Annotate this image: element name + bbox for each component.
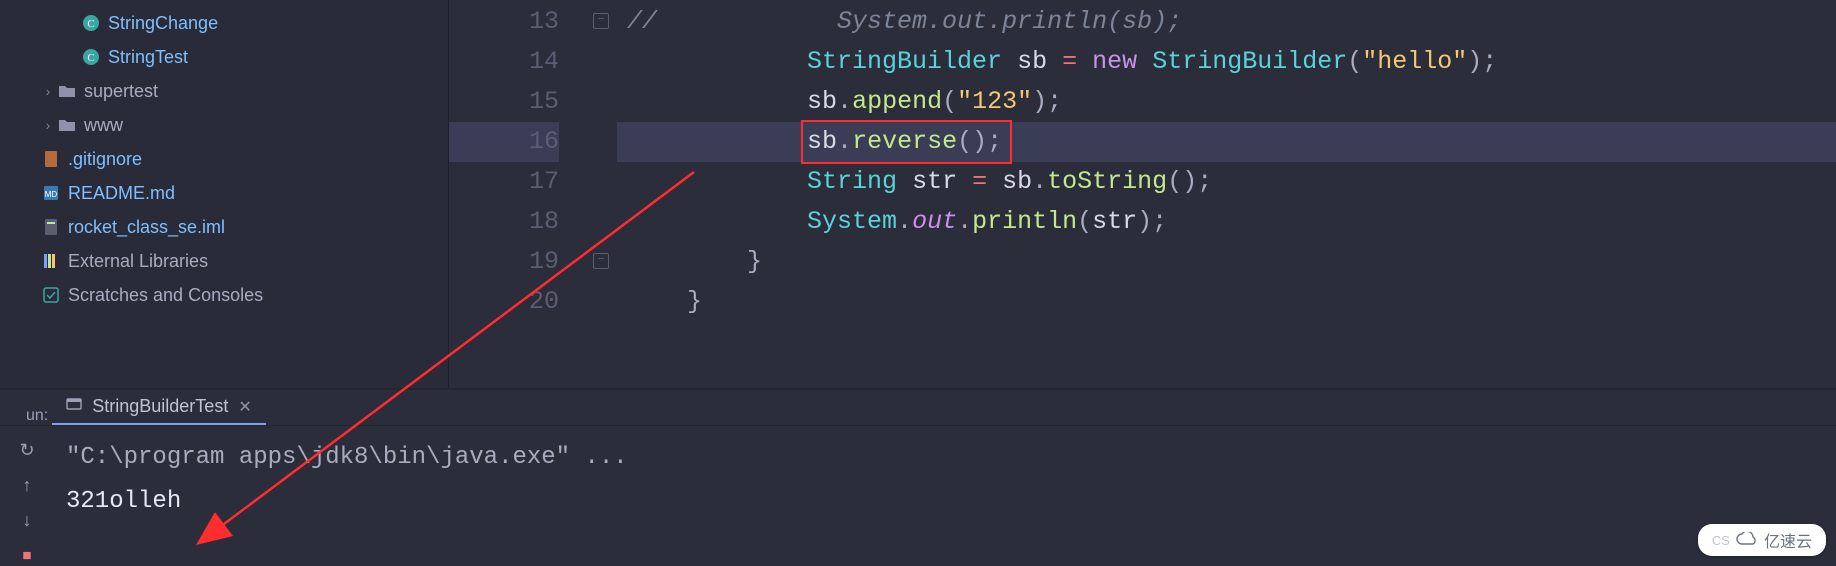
stop-icon[interactable]: ⏹ [23,545,32,566]
project-tree-panel: C StringChange C StringTest › supertest › www .g… [0,0,449,388]
tree-item-readme-md[interactable]: MD README.md [0,176,448,210]
run-tab-label: StringBuilderTest [92,396,228,417]
tree-item--gitignore[interactable]: .gitignore [0,142,448,176]
console-output-line: 321olleh [66,480,1824,524]
git-file-icon [40,150,62,168]
tree-item-label: StringChange [108,13,218,34]
chevron-right-icon: › [40,83,56,99]
scratch-icon [40,286,62,304]
tree-item-label: supertest [84,81,158,102]
rerun-icon[interactable]: ↻ [19,440,34,461]
up-icon[interactable]: ↑ [23,475,32,496]
close-icon[interactable]: ✕ [238,397,251,417]
tree-item-scratches-and-consoles[interactable]: Scratches and Consoles [0,278,448,312]
code-line[interactable]: } [617,282,1836,322]
line-number-gutter: 1314151617181920 [449,0,587,388]
down-icon[interactable]: ↓ [23,510,32,531]
code-line[interactable]: String str = sb.toString(); [617,162,1836,202]
tree-item-label: .gitignore [68,149,142,170]
line-number: 13 [449,2,559,42]
tree-item-rocket-class-se-iml[interactable]: rocket_class_se.iml [0,210,448,244]
tree-item-supertest[interactable]: › supertest [0,74,448,108]
library-icon [40,252,62,270]
fold-marker-icon[interactable]: − [593,13,609,29]
watermark-badge: CS 亿速云 [1698,524,1826,556]
line-number: 15 [449,82,559,122]
console-output[interactable]: "C:\program apps\jdk8\bin\java.exe" ... … [54,426,1836,566]
fold-column: − − [587,0,617,388]
tree-item-external-libraries[interactable]: External Libraries [0,244,448,278]
tree-item-label: README.md [68,183,175,204]
code-line[interactable]: } [617,242,1836,282]
run-config-icon [66,396,82,417]
tree-item-stringchange[interactable]: C StringChange [0,6,448,40]
folder-icon [56,116,78,134]
line-number: 16 [449,122,559,162]
code-line[interactable]: System.out.println(str); [617,202,1836,242]
svg-text:C: C [87,18,94,30]
run-side-label: un: [26,407,48,425]
tree-item-label: Scratches and Consoles [68,285,263,306]
tree-item-label: rocket_class_se.iml [68,217,225,238]
line-number: 14 [449,42,559,82]
code-line[interactable]: // System.out.println(sb); [617,2,1836,42]
tree-item-label: External Libraries [68,251,208,272]
code-line[interactable]: StringBuilder sb = new StringBuilder("he… [617,42,1836,82]
console-command-line: "C:\program apps\jdk8\bin\java.exe" ... [66,436,1824,480]
tree-item-label: StringTest [108,47,188,68]
run-panel: un: StringBuilderTest ✕ ↻ ↑ ↓ ⏹ "C:\prog… [0,388,1836,566]
line-number: 19 [449,242,559,282]
tree-item-label: www [84,115,123,136]
fold-marker-icon[interactable]: − [593,253,609,269]
svg-text:C: C [87,52,94,64]
run-tabs-bar: un: StringBuilderTest ✕ [0,390,1836,426]
code-line[interactable]: sb.append("123"); [617,82,1836,122]
tree-item-www[interactable]: › www [0,108,448,142]
line-number: 20 [449,282,559,322]
code-area[interactable]: // System.out.println(sb); StringBuilder… [617,0,1836,388]
line-number: 17 [449,162,559,202]
watermark-text: 亿速云 [1764,528,1812,552]
class-circle-icon: C [80,14,102,32]
tree-item-stringtest[interactable]: C StringTest [0,40,448,74]
folder-icon [56,82,78,100]
line-number: 18 [449,202,559,242]
class-circle-icon: C [80,48,102,66]
md-file-icon: MD [40,184,62,202]
run-tab-stringbuildertest[interactable]: StringBuilderTest ✕ [52,390,265,425]
iml-file-icon [40,218,62,236]
code-editor[interactable]: 1314151617181920 − − // System.out.print… [449,0,1836,388]
chevron-right-icon: › [40,117,56,133]
svg-text:MD: MD [45,190,58,199]
run-toolbar: ↻ ↑ ↓ ⏹ [0,426,54,566]
